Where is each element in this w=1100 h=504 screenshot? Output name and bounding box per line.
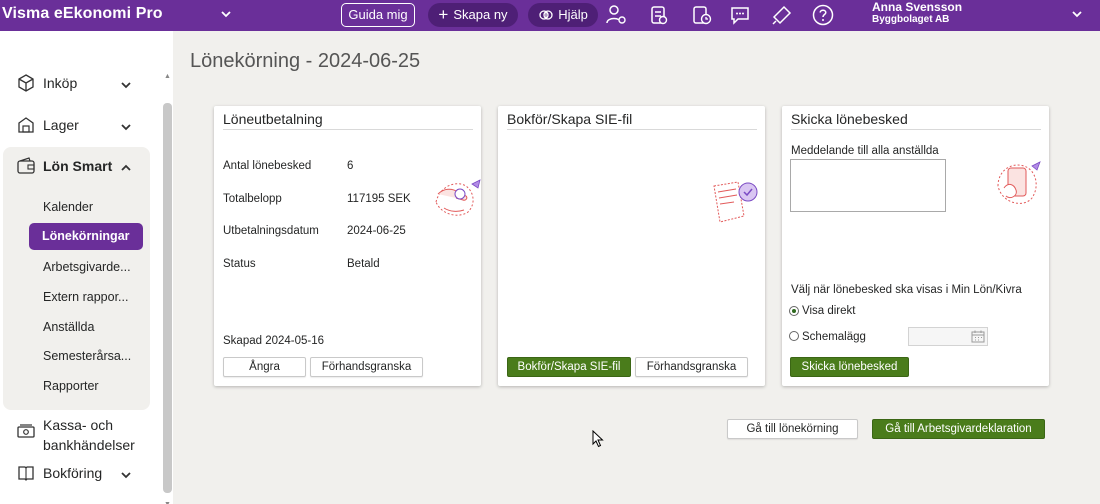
chevron-down-icon[interactable] xyxy=(218,6,234,22)
app-title[interactable]: Visma eEkonomi Pro xyxy=(2,5,163,23)
cube-icon xyxy=(16,73,36,93)
chat-icon[interactable] xyxy=(728,3,752,27)
created-date: Skapad 2024-05-16 xyxy=(223,335,325,347)
sidebar-scrollbar[interactable] xyxy=(163,103,172,493)
help-button[interactable]: Hjälp xyxy=(528,3,598,27)
payout-date-label: Utbetalningsdatum xyxy=(223,225,319,237)
time-report-icon[interactable] xyxy=(690,3,714,27)
chevron-down-icon[interactable] xyxy=(120,120,132,132)
sidebar-item-label: Kassa- och xyxy=(43,417,114,433)
payout-date-value: 2024-06-25 xyxy=(347,225,406,237)
divider xyxy=(791,129,1041,130)
card-title: Skicka lönebesked xyxy=(791,111,908,127)
documents-icon[interactable] xyxy=(647,3,671,27)
sidebar-item-lager[interactable]: Lager xyxy=(16,115,79,135)
sidebar-item-label: Lager xyxy=(43,117,79,133)
divider xyxy=(507,129,757,130)
sidebar-item-inkop[interactable]: Inköp xyxy=(16,73,77,93)
lon-smart-group xyxy=(3,147,150,410)
sidebar-item-bokforing[interactable]: Bokföring xyxy=(16,463,102,483)
sidebar-subitem-extern-rapportering[interactable]: Extern rappor... xyxy=(43,290,128,304)
show-directly-radio[interactable] xyxy=(789,306,799,316)
chevron-down-icon[interactable] xyxy=(1069,6,1085,22)
preview-button[interactable]: Förhandsgranska xyxy=(310,357,423,377)
ledger-icon xyxy=(16,463,36,483)
warehouse-icon xyxy=(16,115,36,135)
chevron-down-icon[interactable] xyxy=(120,468,132,480)
payment-hand-illustration-icon xyxy=(432,172,484,222)
sidebar-item-label: bankhändelser xyxy=(43,437,135,453)
sidebar-subitem-arbetsgivardeklaration[interactable]: Arbetsgivarde... xyxy=(43,260,131,274)
send-payslip-card: Skicka lönebesked Meddelande till alla a… xyxy=(782,106,1049,386)
total-value: 117195 SEK xyxy=(347,193,411,205)
user-company[interactable]: Byggbolaget AB xyxy=(872,14,949,25)
create-new-label: Skapa ny xyxy=(453,7,508,22)
preview-button[interactable]: Förhandsgranska xyxy=(635,357,748,377)
send-payslip-button[interactable]: Skicka lönebesked xyxy=(790,357,909,377)
go-to-employer-declaration-button[interactable]: Gå till Arbetsgivardeklaration xyxy=(872,419,1045,439)
count-label: Antal lönebesked xyxy=(223,160,312,172)
guide-me-button[interactable]: Guida mig xyxy=(341,3,415,27)
schedule-label[interactable]: Schemalägg xyxy=(802,331,866,343)
cash-register-icon xyxy=(16,421,36,441)
phone-hand-illustration-icon xyxy=(992,158,1046,210)
go-to-payroll-run-button[interactable]: Gå till lönekörning xyxy=(727,419,858,439)
wallet-icon xyxy=(16,156,36,176)
help-circle-icon[interactable] xyxy=(811,3,835,27)
schedule-radio[interactable] xyxy=(789,331,799,341)
create-new-button[interactable]: + Skapa ny xyxy=(428,3,518,27)
schedule-date-input[interactable] xyxy=(908,327,988,346)
divider xyxy=(223,129,473,130)
show-directly-label[interactable]: Visa direkt xyxy=(802,305,855,317)
book-create-sie-button[interactable]: Bokför/Skapa SIE-fil xyxy=(507,357,631,377)
visibility-label: Välj när lönebesked ska visas i Min Lön/… xyxy=(791,284,1022,296)
help-brain-icon xyxy=(538,7,554,23)
message-textarea[interactable] xyxy=(790,159,946,212)
total-label: Totalbelopp xyxy=(223,193,282,205)
megaphone-icon[interactable] xyxy=(770,3,794,27)
status-value: Betald xyxy=(347,258,380,270)
sie-card: Bokför/Skapa SIE-fil Bokför/Skapa SIE-fi… xyxy=(498,106,765,386)
sidebar-item-label: Lön Smart xyxy=(43,158,113,174)
card-title: Bokför/Skapa SIE-fil xyxy=(507,111,633,127)
page-title: Lönekörning - 2024-06-25 xyxy=(190,50,421,72)
calendar-icon[interactable] xyxy=(971,330,985,343)
count-value: 6 xyxy=(347,160,354,172)
top-bar: Visma eEkonomi Pro Guida mig + Skapa ny … xyxy=(0,0,1100,31)
chevron-up-icon[interactable] xyxy=(120,161,132,173)
sidebar-subitem-anstallda[interactable]: Anställda xyxy=(43,320,94,334)
mouse-cursor-icon xyxy=(592,429,604,448)
sidebar-subitem-rapporter[interactable]: Rapporter xyxy=(43,379,99,393)
document-check-illustration-icon xyxy=(708,176,760,228)
sidebar: Inköp Lager Lön Smart Kalender Lönekörni… xyxy=(0,31,173,504)
sidebar-subitem-kalender[interactable]: Kalender xyxy=(43,200,93,214)
sidebar-subitem-semesterarsavslut[interactable]: Semesterårsa... xyxy=(43,349,131,363)
card-title: Löneutbetalning xyxy=(223,111,323,127)
plus-icon: + xyxy=(438,5,449,24)
sidebar-item-kassa-bank[interactable]: Kassa- och bankhändelser xyxy=(16,415,135,455)
sidebar-subitem-lonekorningar[interactable]: Lönekörningar xyxy=(29,223,143,250)
message-label: Meddelande till alla anställda xyxy=(791,145,939,157)
undo-button[interactable]: Ångra xyxy=(223,357,306,377)
help-label: Hjälp xyxy=(558,7,588,22)
scroll-up-arrow-icon[interactable]: ▲ xyxy=(164,73,171,80)
sidebar-item-label: Bokföring xyxy=(43,465,103,481)
user-name[interactable]: Anna Svensson xyxy=(872,0,962,14)
chevron-down-icon[interactable] xyxy=(120,78,132,90)
sidebar-item-label: Inköp xyxy=(43,75,78,91)
user-settings-icon[interactable] xyxy=(604,3,628,27)
status-label: Status xyxy=(223,258,256,270)
guide-me-label: Guida mig xyxy=(348,7,408,22)
payout-card: Löneutbetalning Antal lönebesked 6 Total… xyxy=(214,106,481,386)
sidebar-item-lon-smart[interactable]: Lön Smart xyxy=(16,156,112,176)
